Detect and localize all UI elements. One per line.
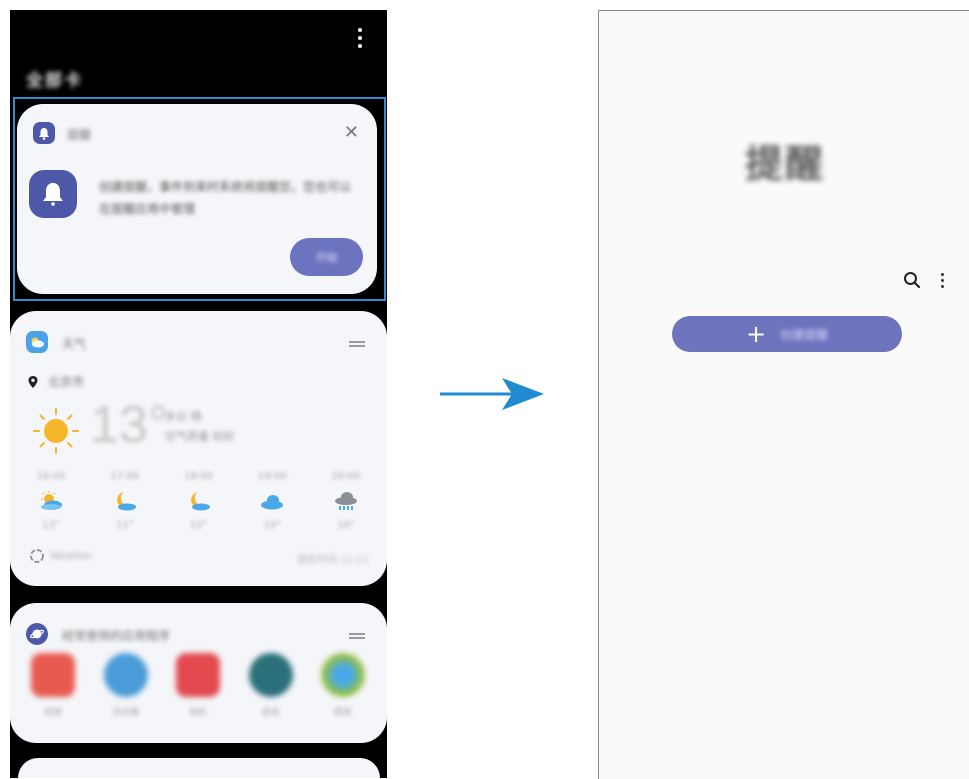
cloud-icon bbox=[261, 495, 284, 510]
app-label: 图库 bbox=[333, 708, 352, 718]
drag-handle-icon[interactable] bbox=[349, 633, 365, 639]
planet-icon bbox=[26, 623, 48, 645]
weather-provider[interactable]: Weather bbox=[30, 549, 92, 563]
start-button-label: 开始 bbox=[315, 251, 338, 264]
reminder-bell-icon bbox=[29, 170, 77, 218]
weather-condition: 多云 晴 bbox=[165, 410, 202, 423]
app-list: 视频 浏览器 相机 游戏 图库 bbox=[28, 653, 368, 718]
app-item[interactable]: 相机 bbox=[173, 653, 223, 718]
forecast-time: 17:00 bbox=[110, 471, 140, 482]
close-icon[interactable]: ✕ bbox=[344, 122, 359, 143]
bell-icon bbox=[33, 122, 55, 144]
forecast-time: 18:00 bbox=[184, 471, 213, 482]
frequent-apps-card[interactable]: 经常使用的应用程序 视频 浏览器 相机 游戏 图库 bbox=[10, 603, 387, 743]
left-phone-screen: 全部卡 提醒 ✕ 创建提醒，事件到来时系统将提醒您，您也可以在提醒应用中管理 开… bbox=[10, 10, 387, 778]
transition-arrow-icon bbox=[440, 378, 544, 410]
forecast-time: 19:00 bbox=[257, 471, 287, 482]
app-item[interactable]: 图库 bbox=[318, 653, 368, 718]
browser-app-icon bbox=[103, 653, 148, 697]
search-icon[interactable] bbox=[903, 271, 921, 289]
toolbar bbox=[903, 271, 944, 289]
hourly-forecast: 16:00 13° 17:00 11° 18:00 10° 19:00 10° … bbox=[26, 471, 371, 531]
next-card-peek[interactable] bbox=[18, 758, 380, 778]
plus-icon: + bbox=[745, 320, 767, 348]
forecast-item: 16:00 13° bbox=[26, 471, 76, 531]
updated-time: 更新时间 11:21 bbox=[297, 555, 369, 566]
app-item[interactable]: 视频 bbox=[28, 653, 78, 718]
app-label: 相机 bbox=[188, 708, 207, 718]
add-reminder-button[interactable]: + 创建提醒 bbox=[672, 316, 902, 352]
forecast-item: 20:00 10° bbox=[321, 471, 371, 531]
weather-card[interactable]: 天气 北京市 13° 多云 晴 空气质量 较好 16:00 13° 17:00 … bbox=[10, 311, 387, 586]
location-pin-icon bbox=[28, 375, 38, 388]
moon-cloud-icon bbox=[116, 492, 136, 511]
more-options-icon[interactable] bbox=[941, 272, 944, 288]
location-row: 北京市 bbox=[28, 373, 84, 390]
start-button[interactable]: 开始 bbox=[290, 238, 363, 276]
right-phone-screen: 提醒 + 创建提醒 bbox=[598, 10, 969, 779]
weather-details: 多云 晴 空气质量 较好 bbox=[165, 407, 235, 447]
provider-label: Weather bbox=[50, 550, 93, 562]
drag-handle-icon[interactable] bbox=[349, 341, 365, 347]
add-reminder-label: 创建提醒 bbox=[780, 327, 829, 342]
forecast-item: 19:00 10° bbox=[247, 471, 297, 531]
app-item[interactable]: 游戏 bbox=[246, 653, 296, 718]
forecast-item: 18:00 10° bbox=[174, 471, 224, 531]
app-label: 游戏 bbox=[261, 708, 280, 718]
location-name: 北京市 bbox=[48, 375, 85, 389]
forecast-temp: 13° bbox=[42, 520, 60, 531]
app-label: 视频 bbox=[43, 708, 62, 718]
reminder-notification-card[interactable]: 提醒 ✕ 创建提醒，事件到来时系统将提醒您，您也可以在提醒应用中管理 开始 bbox=[17, 104, 377, 294]
gallery-app-icon bbox=[321, 653, 365, 697]
forecast-item: 17:00 11° bbox=[100, 471, 150, 531]
weather-app-icon bbox=[26, 331, 48, 353]
weather-app-name: 天气 bbox=[62, 337, 87, 351]
video-app-icon bbox=[31, 653, 75, 697]
air-quality: 空气质量 较好 bbox=[165, 430, 235, 443]
app-label: 浏览器 bbox=[111, 708, 139, 718]
forecast-temp: 10° bbox=[337, 520, 355, 531]
provider-logo-icon bbox=[30, 549, 44, 563]
page-title: 全部卡 bbox=[26, 71, 83, 91]
current-temperature: 13° bbox=[90, 396, 169, 454]
rain-cloud-icon bbox=[335, 492, 357, 510]
camera-app-icon bbox=[176, 653, 220, 697]
moon-cloud-icon bbox=[190, 492, 210, 511]
apps-card-title: 经常使用的应用程序 bbox=[62, 629, 171, 643]
game-app-icon bbox=[248, 653, 293, 697]
forecast-temp: 10° bbox=[189, 520, 208, 531]
forecast-time: 20:00 bbox=[331, 471, 361, 482]
notification-app-name: 提醒 bbox=[67, 128, 92, 142]
more-options-icon[interactable] bbox=[357, 28, 363, 48]
notification-message: 创建提醒，事件到来时系统将提醒您，您也可以在提醒应用中管理 bbox=[99, 180, 352, 216]
forecast-time: 16:00 bbox=[36, 471, 66, 482]
forecast-temp: 11° bbox=[115, 520, 134, 531]
app-item[interactable]: 浏览器 bbox=[101, 653, 151, 718]
forecast-temp: 10° bbox=[263, 520, 282, 531]
sun-icon bbox=[33, 408, 79, 454]
partly-cloudy-icon bbox=[41, 491, 62, 510]
page-title: 提醒 bbox=[745, 142, 826, 186]
